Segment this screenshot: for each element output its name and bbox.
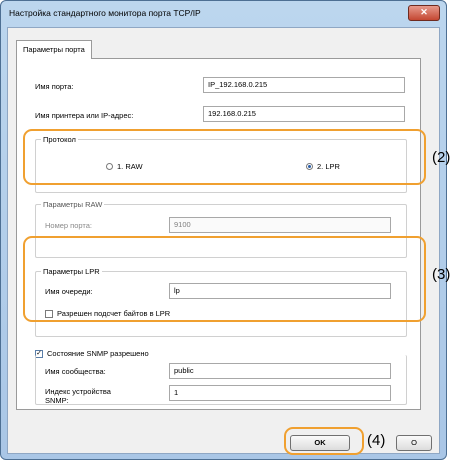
window-title: Настройка стандартного монитора порта TC… [9,8,201,18]
cancel-button[interactable]: О [396,435,432,451]
port-name-input[interactable]: IP_192.168.0.215 [203,77,405,93]
tab-port-settings[interactable]: Параметры порта [16,40,92,59]
community-label: Имя сообщества: [45,367,106,376]
port-name-label: Имя порта: [35,82,74,91]
protocol-highlight [23,129,426,185]
callout-3: (3) [432,266,451,283]
lpr-settings-highlight [23,236,426,322]
dialog-window: Настройка стандартного монитора порта TC… [0,0,447,460]
port-number-label: Номер порта: [45,221,93,230]
callout-4: (4) [367,432,386,449]
printer-address-label: Имя принтера или IP-адрес: [35,111,134,120]
device-index-input[interactable]: 1 [169,385,391,401]
community-input[interactable]: public [169,363,391,379]
tab-panel: Имя порта: IP_192.168.0.215 Имя принтера… [16,58,421,410]
close-button[interactable]: ✕ [408,5,440,21]
device-index-label-2: SNMP: [45,396,69,405]
raw-settings-title: Параметры RAW [41,200,105,209]
ok-button-highlight [284,427,364,455]
device-index-label: Индекс устройства [45,387,111,396]
callout-2: (2) [432,149,451,166]
port-number-input: 9100 [169,217,391,233]
title-bar[interactable]: Настройка стандартного монитора порта TC… [1,1,446,25]
printer-address-input[interactable]: 192.168.0.215 [203,106,405,122]
